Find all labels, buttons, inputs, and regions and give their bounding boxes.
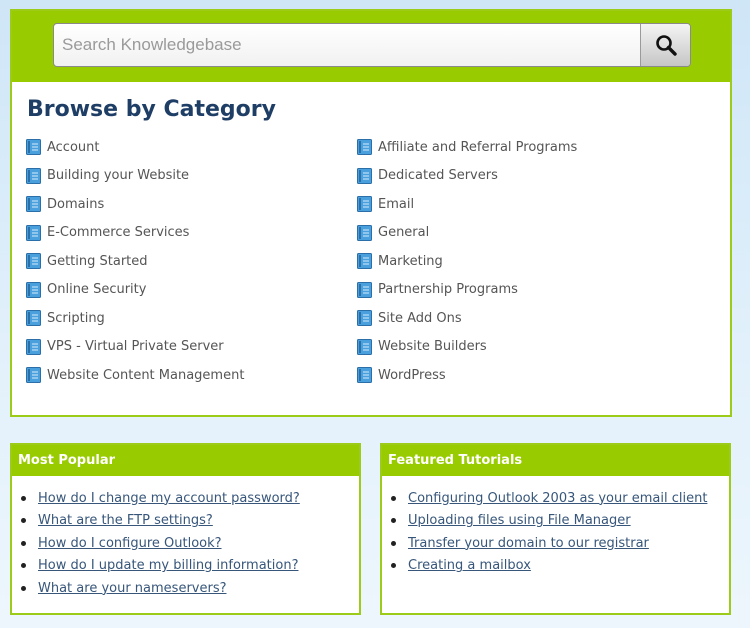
book-icon	[26, 224, 41, 241]
category-label: Website Builders	[378, 339, 487, 355]
category-label: Domains	[47, 196, 105, 212]
bullet-icon	[391, 563, 396, 569]
most-popular-box: Most Popular How do I change my account …	[10, 443, 361, 615]
book-icon	[26, 139, 41, 156]
category-label: Affiliate and Referral Programs	[378, 139, 578, 155]
category-label: Marketing	[378, 253, 443, 269]
list-item: Creating a mailbox	[391, 555, 729, 578]
category-label: Online Security	[47, 282, 147, 298]
list-item: Transfer your domain to our registrar	[391, 532, 729, 555]
category-label: Scripting	[47, 310, 105, 326]
knowledgebase-panel: Browse by Category Account Building your…	[10, 9, 732, 417]
category-label: Getting Started	[47, 253, 148, 269]
category-item-building-your-website[interactable]: Building your Website	[26, 162, 244, 191]
category-list-right: Affiliate and Referral Programs Dedicate…	[357, 133, 577, 390]
list-item: What are your nameservers?	[21, 577, 359, 600]
list-item: Uploading files using File Manager	[391, 510, 729, 533]
search-input[interactable]	[54, 24, 642, 66]
bullet-icon	[21, 585, 26, 591]
list-item: How do I change my account password?	[21, 487, 359, 510]
bullet-icon	[21, 563, 26, 569]
book-icon	[357, 253, 372, 270]
category-item-e-commerce-services[interactable]: E-Commerce Services	[26, 219, 244, 248]
category-item-online-security[interactable]: Online Security	[26, 276, 244, 305]
bullet-icon	[21, 540, 26, 546]
category-item-site-add-ons[interactable]: Site Add Ons	[357, 304, 577, 333]
category-label: E-Commerce Services	[47, 225, 190, 241]
category-item-domains[interactable]: Domains	[26, 190, 244, 219]
category-item-email[interactable]: Email	[357, 190, 577, 219]
featured-tutorials-list: Configuring Outlook 2003 as your email c…	[382, 487, 729, 577]
bullet-icon	[21, 495, 26, 501]
search-button[interactable]	[640, 24, 690, 66]
browse-by-category-heading: Browse by Category	[27, 97, 276, 122]
category-item-wordpress[interactable]: WordPress	[357, 361, 577, 390]
book-icon	[357, 139, 372, 156]
category-item-dedicated-servers[interactable]: Dedicated Servers	[357, 162, 577, 191]
popular-link[interactable]: How do I change my account password?	[38, 491, 300, 506]
category-item-marketing[interactable]: Marketing	[357, 247, 577, 276]
category-item-account[interactable]: Account	[26, 133, 244, 162]
category-item-general[interactable]: General	[357, 219, 577, 248]
category-label: Partnership Programs	[378, 282, 518, 298]
bullet-icon	[21, 518, 26, 524]
book-icon	[26, 338, 41, 355]
bullet-icon	[391, 540, 396, 546]
category-label: Website Content Management	[47, 367, 245, 383]
popular-link[interactable]: How do I update my billing information?	[38, 558, 298, 573]
category-item-scripting[interactable]: Scripting	[26, 304, 244, 333]
search-bar	[12, 11, 730, 82]
book-icon	[357, 196, 372, 213]
category-item-getting-started[interactable]: Getting Started	[26, 247, 244, 276]
tutorial-link[interactable]: Configuring Outlook 2003 as your email c…	[408, 491, 707, 506]
tutorial-link[interactable]: Uploading files using File Manager	[408, 513, 631, 528]
category-label: General	[378, 225, 430, 241]
book-icon	[26, 367, 41, 384]
list-item: How do I configure Outlook?	[21, 532, 359, 555]
tutorial-link[interactable]: Creating a mailbox	[408, 558, 531, 573]
list-item: How do I update my billing information?	[21, 555, 359, 578]
book-icon	[357, 310, 372, 327]
most-popular-list: How do I change my account password? Wha…	[12, 487, 359, 600]
book-icon	[26, 167, 41, 184]
book-icon	[357, 167, 372, 184]
popular-link[interactable]: How do I configure Outlook?	[38, 536, 222, 551]
book-icon	[26, 310, 41, 327]
book-icon	[26, 196, 41, 213]
book-icon	[26, 253, 41, 270]
category-list-left: Account Building your Website Domains E-…	[26, 133, 244, 390]
tutorial-link[interactable]: Transfer your domain to our registrar	[408, 536, 649, 551]
book-icon	[357, 338, 372, 355]
category-label: Account	[47, 139, 100, 155]
book-icon	[357, 367, 372, 384]
category-label: Email	[378, 196, 415, 212]
bullet-icon	[391, 495, 396, 501]
list-item: What are the FTP settings?	[21, 510, 359, 533]
category-label: WordPress	[378, 367, 446, 383]
category-label: VPS - Virtual Private Server	[47, 339, 224, 355]
popular-link[interactable]: What are your nameservers?	[38, 581, 227, 596]
book-icon	[26, 281, 41, 298]
list-item: Configuring Outlook 2003 as your email c…	[391, 487, 729, 510]
category-item-vps[interactable]: VPS - Virtual Private Server	[26, 333, 244, 362]
category-item-affiliate-referral[interactable]: Affiliate and Referral Programs	[357, 133, 577, 162]
category-item-website-builders[interactable]: Website Builders	[357, 333, 577, 362]
category-label: Site Add Ons	[378, 310, 462, 326]
category-item-website-content-management[interactable]: Website Content Management	[26, 361, 244, 390]
featured-tutorials-box: Featured Tutorials Configuring Outlook 2…	[380, 443, 731, 615]
book-icon	[357, 224, 372, 241]
search-box	[53, 23, 691, 67]
featured-tutorials-heading: Featured Tutorials	[382, 445, 729, 476]
most-popular-heading: Most Popular	[12, 445, 359, 476]
bullet-icon	[391, 518, 396, 524]
category-item-partnership-programs[interactable]: Partnership Programs	[357, 276, 577, 305]
category-label: Dedicated Servers	[378, 168, 498, 184]
book-icon	[357, 281, 372, 298]
popular-link[interactable]: What are the FTP settings?	[38, 513, 213, 528]
magnifier-icon	[655, 35, 677, 56]
category-label: Building your Website	[47, 168, 190, 184]
